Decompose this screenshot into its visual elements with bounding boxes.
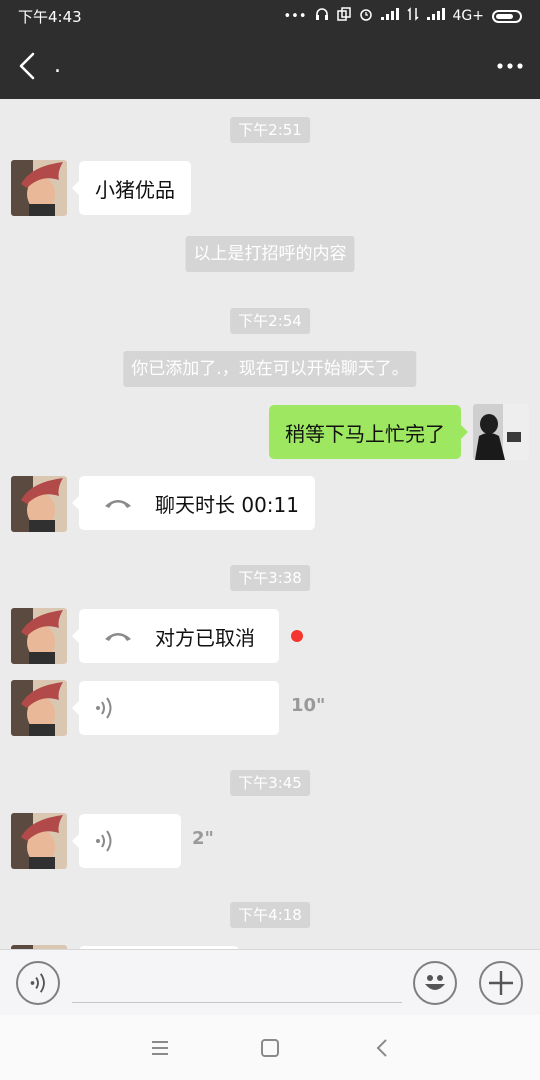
call-record-bubble[interactable]: 对方已取消: [72, 609, 279, 663]
voice-input-icon: [30, 973, 45, 993]
emoji-button[interactable]: [413, 961, 457, 1005]
contact-avatar[interactable]: [11, 680, 67, 736]
voice-message-bubble[interactable]: [72, 814, 181, 868]
data-transfer-icon: [406, 7, 419, 25]
home-square-icon[interactable]: [257, 1035, 283, 1061]
message-bubble[interactable]: 小猪优品: [72, 161, 191, 215]
network-type: 4G+: [452, 8, 485, 24]
menu-icon[interactable]: [147, 1035, 173, 1061]
call-duration-text: 聊天时长 00:11: [155, 492, 299, 517]
more-notifications-icon: •••: [283, 8, 307, 24]
timestamp: 下午2:54: [230, 308, 310, 334]
voice-duration: 10": [291, 695, 326, 716]
sent-message-bubble[interactable]: 稍等下马上忙完了: [269, 405, 468, 459]
timestamp: 下午3:45: [230, 770, 310, 796]
headset-icon: [315, 7, 329, 25]
contact-avatar[interactable]: [11, 160, 67, 216]
emoji-icon: [425, 975, 445, 990]
message-text: 小猪优品: [95, 177, 175, 202]
chevron-left-icon: [19, 52, 35, 79]
voice-wave-icon: [96, 830, 112, 852]
contact-avatar[interactable]: [11, 608, 67, 664]
signal-icon: [380, 8, 399, 24]
plus-button[interactable]: [479, 961, 523, 1005]
phone-hangup-icon: [105, 500, 131, 508]
call-record-bubble[interactable]: 聊天时长 00:11: [72, 476, 315, 530]
system-message: 你已添加了.，现在可以开始聊天了。: [123, 351, 417, 387]
phone-hangup-icon: [105, 633, 131, 641]
timestamp: 下午4:18: [230, 902, 310, 928]
unread-dot: [291, 630, 303, 642]
alarm-icon: [359, 7, 373, 25]
system-message: 以上是打招呼的内容: [185, 236, 355, 272]
message-text: 稍等下马上忙完了: [285, 421, 445, 446]
signal-icon-2: [426, 8, 445, 24]
message-list[interactable]: 下午2:51 小猪优品 以上是打招呼的内容 下午2:54 你已添加了.，现在可以…: [0, 99, 540, 949]
plus-icon: [489, 971, 513, 995]
more-dots-icon: [497, 62, 523, 69]
back-button[interactable]: [0, 32, 54, 99]
contact-avatar[interactable]: [11, 813, 67, 869]
voice-duration: 2": [192, 828, 214, 849]
my-avatar[interactable]: [473, 404, 529, 460]
contact-avatar[interactable]: [11, 476, 67, 532]
nav-back-icon[interactable]: [370, 1035, 396, 1061]
voice-input-button[interactable]: [16, 961, 60, 1005]
copy-icon: [336, 7, 351, 25]
chat-title: .: [54, 53, 61, 78]
call-status-text: 对方已取消: [155, 625, 255, 650]
more-button[interactable]: [480, 32, 540, 99]
input-bar: [0, 949, 540, 1015]
timestamp: 下午3:38: [230, 565, 310, 591]
timestamp: 下午2:51: [230, 117, 310, 143]
message-input[interactable]: [72, 1002, 402, 1003]
status-bar: 下午4:43 ••• 4G+: [0, 0, 540, 32]
chat-header: .: [0, 32, 540, 99]
battery-icon: [492, 9, 522, 23]
status-icons: ••• 4G+: [283, 7, 522, 25]
system-nav-bar: [0, 1015, 540, 1080]
voice-wave-icon: [96, 697, 112, 719]
status-time: 下午4:43: [18, 7, 82, 26]
voice-message-bubble[interactable]: [72, 681, 279, 735]
